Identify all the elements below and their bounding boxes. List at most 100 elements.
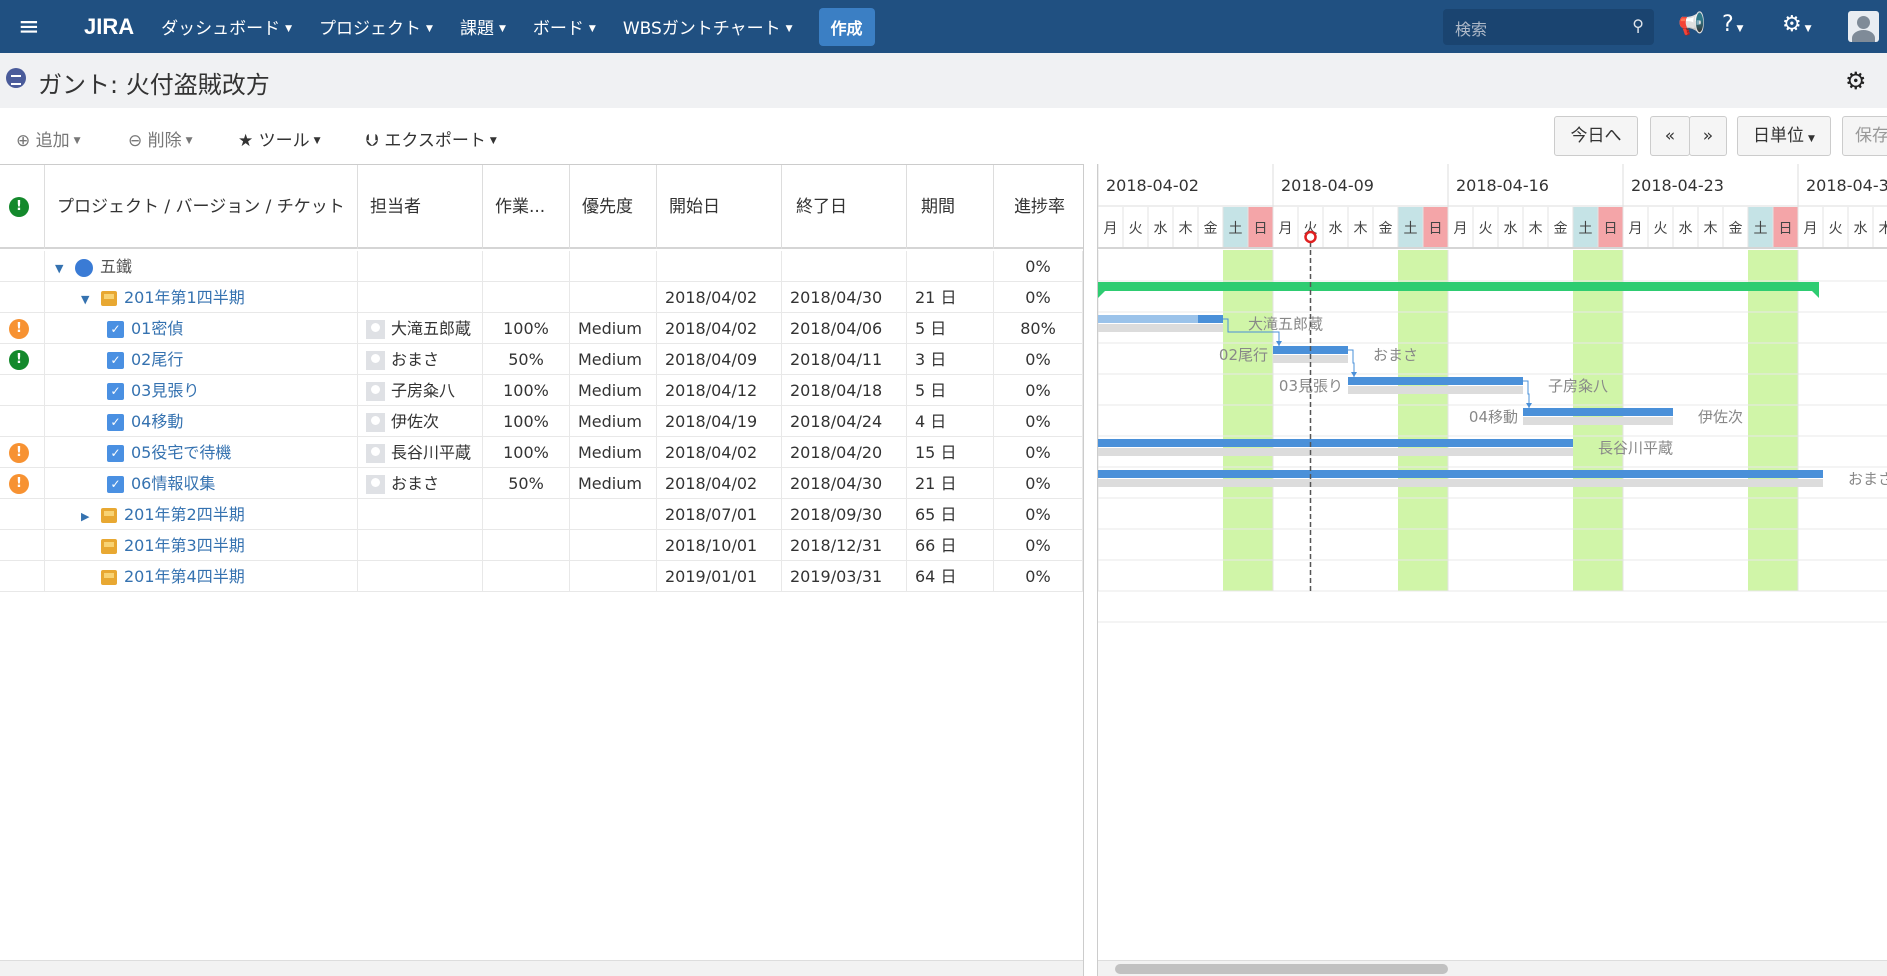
- table-row[interactable]: 201年第4四半期 2019/01/01 2019/03/31 64 日 0%: [0, 561, 1083, 592]
- version-link[interactable]: 201年第3四半期: [124, 536, 245, 555]
- assignee-name: 伊佐次: [391, 412, 440, 431]
- table-row[interactable]: ▼ 五鐵 0%: [0, 251, 1083, 282]
- name-cell[interactable]: ✓ 04移動: [45, 406, 358, 437]
- nav-issues[interactable]: 課題 ▼: [460, 14, 506, 39]
- page-header: ガント: 火付盗賊改方 ⚙: [0, 53, 1887, 108]
- table-row[interactable]: ✓ 04移動 伊佐次 100% Medium 2018/04/19 2018/04/24 4 …: [0, 406, 1083, 437]
- name-cell[interactable]: ▶ 201年第2四半期: [45, 499, 358, 530]
- weekday-label: 月: [1454, 221, 1468, 237]
- gear-icon[interactable]: ⚙: [1845, 67, 1867, 95]
- header-duration[interactable]: 期間: [907, 165, 994, 249]
- header-work[interactable]: 作業...: [483, 165, 570, 249]
- work-cell: 100%: [483, 437, 570, 468]
- table-row[interactable]: ! ✓ 05役宅で待機 長谷川平蔵 100% Medium 2018/04/02 2018/0…: [0, 437, 1083, 468]
- splitter[interactable]: [1083, 164, 1098, 976]
- assignee-cell: [358, 561, 483, 592]
- next-button[interactable]: »: [1689, 116, 1727, 156]
- flag-cell: [0, 499, 45, 530]
- issue-link[interactable]: 01密偵: [131, 319, 183, 338]
- export-button[interactable]: ⮋ エクスポート ▼: [366, 126, 497, 151]
- tools-button[interactable]: ★ ツール ▼: [238, 126, 321, 151]
- weekday-label: 水: [1679, 221, 1693, 237]
- issue-link[interactable]: 04移動: [131, 412, 183, 431]
- nav-projects[interactable]: プロジェクト ▼: [319, 14, 433, 39]
- version-box-icon: [101, 570, 117, 585]
- name-cell[interactable]: ✓ 05役宅で待機: [45, 437, 358, 468]
- header-assignee[interactable]: 担当者: [358, 165, 483, 249]
- delete-button[interactable]: ⊖ 削除 ▼: [128, 126, 193, 151]
- name-cell[interactable]: ✓ 06情報収集: [45, 468, 358, 499]
- bar-task-label: 04移動: [1469, 408, 1518, 426]
- start-date-cell: 2019/01/01: [657, 561, 782, 592]
- issue-link[interactable]: 02尾行: [131, 350, 183, 369]
- prev-button[interactable]: «: [1650, 116, 1690, 156]
- weekend-column: [1748, 250, 1773, 591]
- table-row[interactable]: ▼ 201年第1四半期 2018/04/02 2018/04/30 21 日 0%: [0, 282, 1083, 313]
- header-start[interactable]: 開始日: [657, 165, 782, 249]
- name-cell[interactable]: ✓ 02尾行: [45, 344, 358, 375]
- header-priority[interactable]: 優先度: [570, 165, 657, 249]
- save-button[interactable]: 保存: [1842, 116, 1887, 156]
- header-progress[interactable]: 進捗率: [994, 165, 1083, 249]
- duration-cell: 21 日: [907, 468, 994, 499]
- menu-icon[interactable]: ≡: [18, 14, 48, 40]
- nav-boards[interactable]: ボード ▼: [533, 14, 596, 39]
- table-row[interactable]: ! ✓ 02尾行 おまさ 50% Medium 2018/04/09 2018/04/11 3 …: [0, 344, 1083, 375]
- help-icon[interactable]: ? ▼: [1722, 12, 1743, 37]
- weekday-label: 日: [1779, 221, 1793, 237]
- scrollbar-thumb[interactable]: [1115, 964, 1448, 974]
- nav-dashboard[interactable]: ダッシュボード ▼: [161, 14, 292, 39]
- weekday-label: 火: [1129, 221, 1143, 237]
- flag-cell: !: [0, 344, 45, 375]
- gantt-scrollbar[interactable]: [1098, 960, 1887, 976]
- table-row[interactable]: ! ✓ 01密偵 大滝五郎蔵 100% Medium 2018/04/02 2018/04/0…: [0, 313, 1083, 344]
- version-link[interactable]: 201年第1四半期: [124, 288, 245, 307]
- issue-link[interactable]: 05役宅で待機: [131, 443, 231, 462]
- create-button[interactable]: 作成: [818, 7, 875, 46]
- table-row[interactable]: ! ✓ 06情報収集 おまさ 50% Medium 2018/04/02 2018/04/30…: [0, 468, 1083, 499]
- flag-cell: [0, 406, 45, 437]
- name-cell[interactable]: 201年第4四半期: [45, 561, 358, 592]
- jira-logo[interactable]: JIRA: [84, 14, 134, 40]
- user-avatar-icon: [366, 475, 385, 494]
- weekday-label: 水: [1154, 221, 1168, 237]
- name-cell[interactable]: ▼ 五鐵: [45, 251, 358, 282]
- zoom-unit-dropdown[interactable]: 日単位 ▼: [1737, 116, 1831, 156]
- table-row[interactable]: 201年第3四半期 2018/10/01 2018/12/31 66 日 0%: [0, 530, 1083, 561]
- table-row[interactable]: ▶ 201年第2四半期 2018/07/01 2018/09/30 65 日 0%: [0, 499, 1083, 530]
- end-date-cell: 2019/03/31: [782, 561, 907, 592]
- progress-cell: 0%: [994, 406, 1083, 437]
- grid-scrollbar[interactable]: [0, 960, 1083, 976]
- baseline-bar: [1098, 479, 1823, 487]
- issue-link[interactable]: 06情報収集: [131, 474, 215, 493]
- project-name[interactable]: 五鐵: [100, 257, 132, 276]
- expand-toggle-icon[interactable]: ▼: [55, 253, 67, 282]
- end-date-cell: 2018/04/30: [782, 282, 907, 313]
- version-link[interactable]: 201年第4四半期: [124, 567, 245, 586]
- bar-assignee-label: おまさ: [1373, 346, 1418, 364]
- user-avatar[interactable]: [1848, 11, 1879, 42]
- table-row[interactable]: ✓ 03見張り 子房粂八 100% Medium 2018/04/12 2018/04/18…: [0, 375, 1083, 406]
- end-date-cell: 2018/12/31: [782, 530, 907, 561]
- week-label: 2018-04-09: [1281, 176, 1374, 195]
- search-input[interactable]: 検索 ⚲: [1443, 9, 1654, 45]
- name-cell[interactable]: ▼ 201年第1四半期: [45, 282, 358, 313]
- expand-toggle-icon[interactable]: ▼: [81, 284, 93, 313]
- name-cell[interactable]: 201年第3四半期: [45, 530, 358, 561]
- expand-toggle-icon[interactable]: ▶: [81, 501, 93, 530]
- name-cell[interactable]: ✓ 03見張り: [45, 375, 358, 406]
- today-button[interactable]: 今日へ: [1554, 116, 1638, 156]
- flag-cell: [0, 251, 45, 282]
- header-name[interactable]: プロジェクト / バージョン / チケット: [45, 165, 358, 249]
- issue-link[interactable]: 03見張り: [131, 381, 199, 400]
- version-link[interactable]: 201年第2四半期: [124, 505, 245, 524]
- progress-cell: 0%: [994, 344, 1083, 375]
- assignee-cell: 伊佐次: [358, 406, 483, 437]
- name-cell[interactable]: ✓ 01密偵: [45, 313, 358, 344]
- header-end[interactable]: 終了日: [782, 165, 907, 249]
- nav-wbs-gantt[interactable]: WBSガントチャート ▼: [623, 14, 793, 39]
- add-button[interactable]: ⊕ 追加 ▼: [16, 126, 81, 151]
- megaphone-icon[interactable]: 📢: [1678, 12, 1705, 37]
- settings-gear-icon[interactable]: ⚙ ▼: [1782, 12, 1812, 37]
- weekday-label: 金: [1554, 221, 1568, 237]
